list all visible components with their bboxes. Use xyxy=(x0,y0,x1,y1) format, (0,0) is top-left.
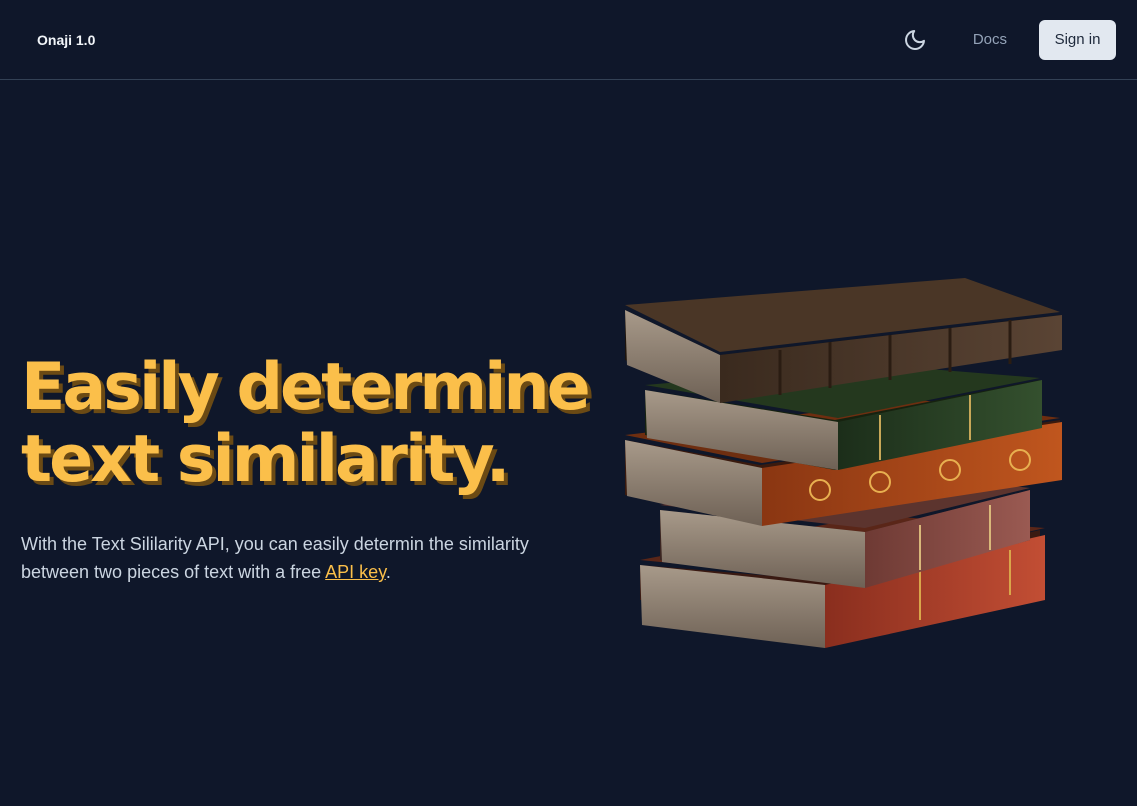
navbar: Onaji 1.0 Docs Sign in xyxy=(0,0,1137,80)
sign-in-button[interactable]: Sign in xyxy=(1039,19,1116,60)
hero-text-before: With the Text Sililarity API, you can ea… xyxy=(21,534,529,582)
hero-title: Easily determine text similarity. xyxy=(21,352,601,496)
book-stack-svg xyxy=(625,278,1062,648)
hero-text-after: . xyxy=(385,562,391,582)
moon-icon xyxy=(904,29,925,50)
hero-title-line-1: Easily determine xyxy=(21,350,591,425)
docs-link[interactable]: Docs xyxy=(957,21,1023,58)
nav-actions: Docs Sign in xyxy=(895,19,1116,60)
brand-logo[interactable]: Onaji 1.0 xyxy=(37,32,95,48)
hero-title-line-2: text similarity. xyxy=(21,422,510,497)
book-stack-illustration xyxy=(620,270,1070,660)
api-key-link[interactable]: API key xyxy=(325,562,386,582)
theme-toggle-button[interactable] xyxy=(895,20,935,60)
hero-description: With the Text Sililarity API, you can ea… xyxy=(21,530,591,586)
